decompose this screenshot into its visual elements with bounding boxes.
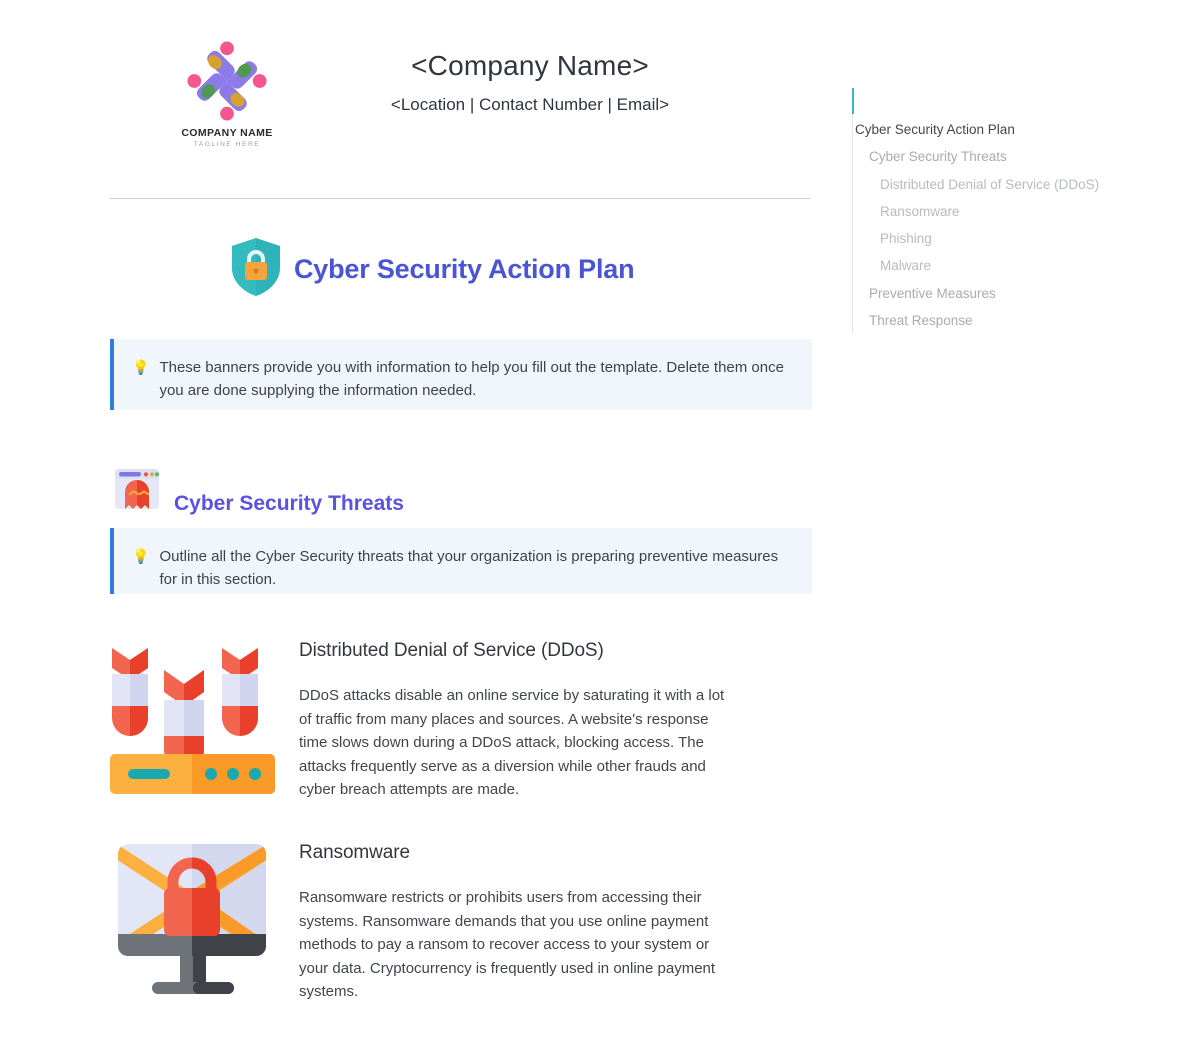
logo-company-name: COMPANY NAME — [181, 127, 273, 139]
ddos-bombs-server-icon — [110, 634, 275, 799]
info-banner: 💡 These banners provide you with informa… — [110, 339, 812, 410]
outline-item[interactable]: Malware — [852, 252, 1152, 279]
threat-entry: Ransomware Ransomware restricts or prohi… — [110, 836, 810, 1004]
threat-body: Ransomware Ransomware restricts or prohi… — [299, 836, 810, 1004]
info-banner: 💡 Outline all the Cyber Security threats… — [110, 528, 812, 594]
outline-item[interactable]: Phishing — [852, 225, 1152, 252]
threat-title: Distributed Denial of Service (DDoS) — [299, 640, 604, 661]
info-banner-text: Outline all the Cyber Security threats t… — [159, 548, 779, 589]
threat-entry: Distributed Denial of Service (DDoS) DDo… — [110, 634, 810, 802]
lightbulb-icon: 💡 — [132, 548, 150, 564]
header-divider — [110, 198, 810, 199]
outline-active-accent — [852, 88, 854, 114]
logo-tagline: TAGLINE HERE — [193, 141, 261, 148]
company-contact-line: <Location | Contact Number | Email> — [390, 95, 670, 114]
outline-rail — [852, 88, 853, 334]
outline-item[interactable]: Threat Response — [852, 307, 1152, 334]
section-title: Cyber Security Threats — [174, 491, 404, 515]
threat-title: Ransomware — [299, 842, 410, 863]
section-heading: Cyber Security Threats — [110, 463, 404, 522]
company-header: <Company Name> <Location | Contact Numbe… — [290, 48, 770, 115]
letterhead: COMPANY NAME TAGLINE HERE <Company Name>… — [110, 0, 810, 199]
threat-body: Distributed Denial of Service (DDoS) DDo… — [299, 634, 810, 802]
document-title: Cyber Security Action Plan — [294, 254, 635, 284]
document-body: COMPANY NAME TAGLINE HERE <Company Name>… — [110, 0, 812, 1000]
outline-item[interactable]: Distributed Denial of Service (DDoS) — [852, 171, 1152, 198]
company-logo-block: COMPANY NAME TAGLINE HERE — [162, 38, 292, 148]
threat-description: Ransomware restricts or prohibits users … — [299, 889, 716, 1001]
document-outline-panel: Cyber Security Action Plan Cyber Security… — [852, 88, 1152, 334]
threat-description: DDoS attacks disable an online service b… — [299, 687, 725, 799]
shield-lock-icon — [230, 236, 282, 303]
ransomware-monitor-lock-icon — [110, 836, 275, 1001]
lightbulb-icon: 💡 — [132, 359, 150, 375]
pinwheel-logo-icon — [184, 38, 270, 124]
outline-item[interactable]: Cyber Security Threats — [852, 143, 1152, 170]
document-page: COMPANY NAME TAGLINE HERE <Company Name>… — [0, 0, 1200, 1038]
browser-ghost-icon — [110, 463, 164, 522]
document-title-row: Cyber Security Action Plan — [230, 236, 635, 303]
outline-item[interactable]: Preventive Measures — [852, 280, 1152, 307]
info-banner-text: These banners provide you with informati… — [159, 359, 784, 400]
outline-item[interactable]: Cyber Security Action Plan — [852, 116, 1152, 143]
outline-item[interactable]: Ransomware — [852, 198, 1152, 225]
company-name: <Company Name> — [411, 50, 649, 81]
outline-list[interactable]: Cyber Security Action Plan Cyber Security… — [852, 116, 1152, 334]
